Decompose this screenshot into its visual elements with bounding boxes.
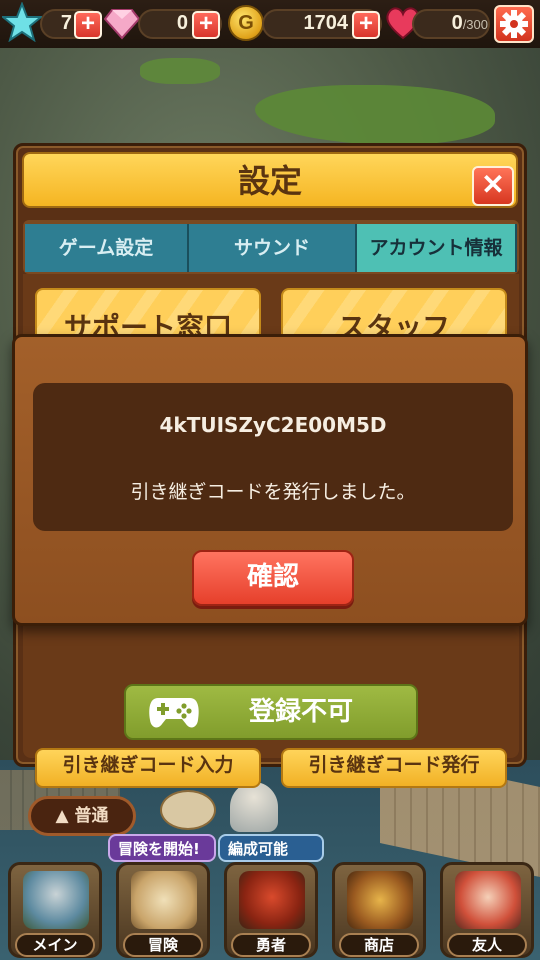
settings-tabs: ゲーム設定 サウンド アカウント情報 xyxy=(23,220,519,274)
close-button[interactable]: ✕ xyxy=(472,166,514,206)
stamina-counter: 0/300 xyxy=(412,6,492,42)
tab-account-info[interactable]: アカウント情報 xyxy=(357,224,517,272)
nav-shop[interactable]: 商店 xyxy=(332,862,426,958)
tent-building xyxy=(230,782,278,832)
add-gems-button[interactable]: + xyxy=(192,11,220,39)
add-stars-button[interactable]: + xyxy=(74,11,102,39)
gems-counter: 0 + xyxy=(134,6,224,42)
nav-adventure-label: 冒険 xyxy=(123,933,203,957)
stamina-value: 0/300 xyxy=(412,12,488,35)
difficulty-selector[interactable]: ▲ 普通 xyxy=(28,796,136,836)
gear-icon xyxy=(500,10,528,38)
treasure-chest-icon xyxy=(347,871,413,929)
modal-message-box: 4kTUISZyC2E00M5D 引き継ぎコードを発行しました。 xyxy=(33,383,513,531)
nav-main-label: メイン xyxy=(15,933,95,957)
settings-button[interactable] xyxy=(494,5,534,43)
close-icon: ✕ xyxy=(481,169,505,200)
stars-counter: 7 + xyxy=(30,6,106,42)
sword-shield-icon xyxy=(239,871,305,929)
confirm-button[interactable]: 確認 xyxy=(192,550,354,606)
friends-icon xyxy=(455,871,521,929)
nav-adventure[interactable]: 冒険 xyxy=(116,862,210,958)
transfer-code-modal: 4kTUISZyC2E00M5D 引き継ぎコードを発行しました。 確認 xyxy=(12,334,528,626)
add-gold-button[interactable]: + xyxy=(352,11,380,39)
grass-patch xyxy=(140,58,220,84)
gold-coin-icon: G xyxy=(228,5,264,41)
status-bar: 7 + 0 + G 1704 + 0/300 xyxy=(0,0,540,48)
nav-main[interactable]: メイン xyxy=(8,862,102,958)
settings-title: 設定 xyxy=(237,162,302,200)
stage-node[interactable] xyxy=(160,790,216,830)
register-button[interactable]: 登録不可 xyxy=(124,684,418,740)
stamina-max: /300 xyxy=(462,17,488,32)
stamina-current: 0 xyxy=(451,12,463,34)
tab-game-settings[interactable]: ゲーム設定 xyxy=(25,224,189,272)
nav-friends[interactable]: 友人 xyxy=(440,862,534,958)
issue-transfer-code-button[interactable]: 引き継ぎコード発行 xyxy=(281,748,507,788)
nav-heroes[interactable]: 勇者 xyxy=(224,862,318,958)
start-adventure-bubble: 冒険を開始! xyxy=(108,834,216,862)
gold-value: 1704 xyxy=(303,12,349,34)
nav-friends-label: 友人 xyxy=(447,933,527,957)
gems-value: 0 xyxy=(176,12,188,34)
input-transfer-code-button[interactable]: 引き継ぎコード入力 xyxy=(35,748,261,788)
register-button-label: 登録不可 xyxy=(248,697,353,727)
nav-shop-label: 商店 xyxy=(339,933,419,957)
gamepad-icon xyxy=(149,698,199,728)
bottom-navigation: メイン 冒険 勇者 商店 友人 xyxy=(0,862,540,960)
tab-sound[interactable]: サウンド xyxy=(189,224,357,272)
castle-icon xyxy=(23,871,89,929)
settings-header: 設定 ✕ xyxy=(22,152,518,208)
stars-value: 7 xyxy=(60,12,72,34)
formation-available-bubble: 編成可能 xyxy=(218,834,324,862)
modal-message: 引き継ぎコードを発行しました。 xyxy=(130,481,416,503)
transfer-code: 4kTUISZyC2E00M5D xyxy=(159,413,387,437)
gold-counter: 1704 + xyxy=(262,6,384,42)
nav-heroes-label: 勇者 xyxy=(231,933,311,957)
map-icon xyxy=(131,871,197,929)
